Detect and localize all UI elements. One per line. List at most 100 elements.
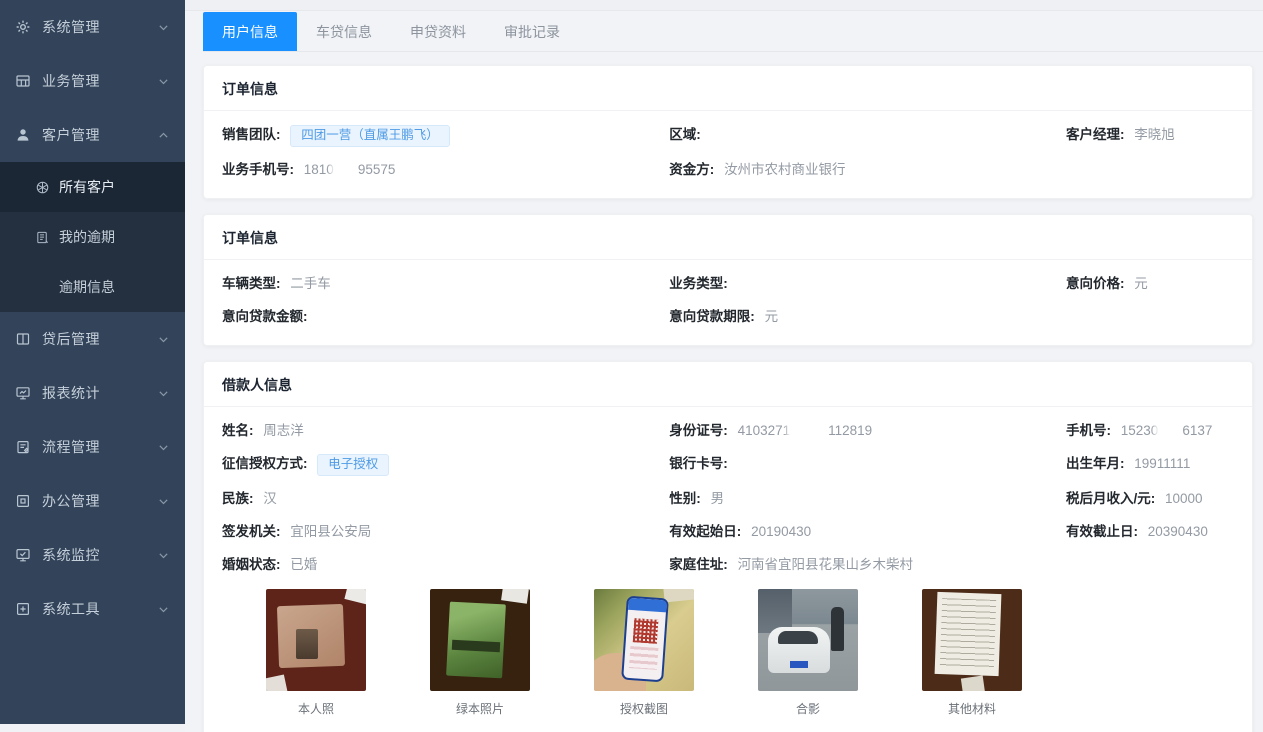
photo-item-person-car: 合影 — [758, 589, 858, 717]
field-value: 二手车 — [290, 276, 331, 291]
toolbox-icon — [14, 601, 31, 618]
book-icon — [14, 331, 31, 348]
field-label: 手机号: — [1066, 423, 1111, 438]
sidebar-item-system-tools[interactable]: 系统工具 — [0, 582, 185, 636]
sidebar-item-label: 系统管理 — [42, 17, 158, 37]
sidebar-item-my-overdue[interactable]: 我的逾期 — [0, 212, 185, 262]
sidebar-item-all-customers[interactable]: 所有客户 — [0, 162, 185, 212]
field-intent-price: 意向价格: 元 — [1066, 274, 1234, 294]
sidebar-item-overdue-info[interactable]: 逾期信息 — [0, 262, 185, 312]
tab-car-loan-info[interactable]: 车贷信息 — [297, 12, 391, 51]
field-ethnicity: 民族: 汉 — [222, 489, 669, 509]
field-label: 销售团队: — [222, 127, 281, 142]
field-label: 婚姻状态: — [222, 557, 281, 572]
sales-team-tag[interactable]: 四团一营（直属王鹏飞） — [290, 125, 450, 147]
field-label: 家庭住址: — [669, 557, 728, 572]
sidebar-item-customer-mgmt[interactable]: 客户管理 — [0, 108, 185, 162]
redaction-blur — [335, 163, 357, 178]
chevron-down-icon — [158, 334, 169, 345]
customer-mgmt-submenu: 所有客户 我的逾期 逾期信息 — [0, 162, 185, 312]
field-valid-to: 有效截止日: 20390430 — [1066, 522, 1234, 542]
sidebar-item-label: 系统工具 — [42, 599, 158, 619]
tab-loan-application-docs[interactable]: 申贷资料 — [391, 12, 485, 51]
sidebar-item-postloan-mgmt[interactable]: 贷后管理 — [0, 312, 185, 366]
chevron-down-icon — [158, 550, 169, 561]
field-value: 周志洋 — [263, 423, 304, 438]
field-value: 4103271112819 — [738, 423, 873, 438]
workflow-icon — [14, 439, 31, 456]
chevron-up-icon — [158, 130, 169, 141]
id-card-photo[interactable] — [266, 589, 366, 691]
sidebar-bottom-strip — [0, 724, 185, 732]
field-business-type: 业务类型: — [669, 274, 1066, 294]
customers-wheel-icon — [34, 179, 50, 195]
tab-approval-records[interactable]: 审批记录 — [485, 12, 579, 51]
field-empty — [1066, 307, 1234, 327]
field-label: 意向贷款金额: — [222, 309, 308, 324]
redaction-blur — [791, 424, 827, 439]
field-intent-loan-term: 意向贷款期限: 元 — [669, 307, 1066, 327]
field-name: 姓名: 周志洋 — [222, 421, 669, 441]
sidebar-item-business-mgmt[interactable]: 业务管理 — [0, 54, 185, 108]
field-value: 河南省宜阳县花果山乡木柴村 — [738, 557, 914, 572]
field-label: 有效截止日: — [1066, 524, 1138, 539]
sidebar-item-label: 系统监控 — [42, 545, 158, 565]
field-label: 业务手机号: — [222, 162, 294, 177]
sidebar-item-label: 所有客户 — [59, 177, 115, 197]
chevron-down-icon — [158, 22, 169, 33]
field-account-manager: 客户经理: 李晓旭 — [1066, 125, 1234, 147]
field-label: 身份证号: — [669, 423, 728, 438]
card-title: 订单信息 — [204, 215, 1252, 260]
field-funder: 资金方: 汝州市农村商业银行 — [669, 160, 1066, 180]
field-empty — [1066, 160, 1234, 180]
tab-user-info[interactable]: 用户信息 — [203, 12, 297, 51]
detail-tabs: 用户信息 车贷信息 申贷资料 审批记录 — [203, 12, 1263, 52]
field-bank-card: 银行卡号: — [669, 454, 1066, 476]
field-business-phone: 业务手机号: 181095575 — [222, 160, 669, 180]
field-label: 性别: — [669, 491, 701, 506]
sidebar-item-label: 业务管理 — [42, 71, 158, 91]
field-value: 汝州市农村商业银行 — [724, 162, 846, 177]
field-region: 区域: — [669, 125, 1066, 147]
sidebar-item-system-mgmt[interactable]: 系统管理 — [0, 0, 185, 54]
chevron-down-icon — [158, 496, 169, 507]
credit-auth-tag: 电子授权 — [317, 454, 389, 476]
field-label: 资金方: — [669, 162, 714, 177]
field-label: 意向贷款期限: — [669, 309, 755, 324]
order-info-card-1: 订单信息 销售团队: 四团一营（直属王鹏飞） 区域: 客户经理: 李晓旭 — [203, 65, 1253, 199]
photo-caption: 合影 — [758, 700, 858, 717]
field-valid-from: 有效起始日: 20190430 — [669, 522, 1066, 542]
qr-auth-photo[interactable] — [594, 589, 694, 691]
sidebar-item-label: 逾期信息 — [59, 277, 115, 297]
field-value: 152306137 — [1121, 423, 1213, 438]
field-gender: 性别: 男 — [669, 489, 1066, 509]
field-home-address: 家庭住址: 河南省宜阳县花果山乡木柴村 — [669, 555, 1066, 575]
green-book-photo[interactable] — [430, 589, 530, 691]
field-label: 车辆类型: — [222, 276, 281, 291]
sidebar-item-label: 办公管理 — [42, 491, 158, 511]
field-label: 意向价格: — [1066, 276, 1125, 291]
sidebar-item-process-mgmt[interactable]: 流程管理 — [0, 420, 185, 474]
field-intent-loan-amount: 意向贷款金额: — [222, 307, 669, 327]
field-marital-status: 婚姻状态: 已婚 — [222, 555, 669, 575]
field-value: 元 — [765, 309, 779, 324]
field-value: 男 — [711, 491, 725, 506]
chevron-down-icon — [158, 442, 169, 453]
grid-icon — [14, 73, 31, 90]
sidebar-item-system-monitor[interactable]: 系统监控 — [0, 528, 185, 582]
top-divider — [185, 0, 1263, 11]
field-label: 出生年月: — [1066, 456, 1125, 471]
field-value: 已婚 — [290, 557, 317, 572]
person-car-photo[interactable] — [758, 589, 858, 691]
photo-caption: 其他材料 — [922, 700, 1022, 717]
field-value: 元 — [1134, 276, 1148, 291]
field-label: 银行卡号: — [669, 456, 728, 471]
office-icon — [14, 493, 31, 510]
field-label: 签发机关: — [222, 524, 281, 539]
field-value: 20390430 — [1148, 524, 1208, 539]
paper-doc-photo[interactable] — [922, 589, 1022, 691]
sidebar-item-office-mgmt[interactable]: 办公管理 — [0, 474, 185, 528]
chevron-down-icon — [158, 604, 169, 615]
field-label: 客户经理: — [1066, 127, 1125, 142]
sidebar-item-report-stats[interactable]: 报表统计 — [0, 366, 185, 420]
